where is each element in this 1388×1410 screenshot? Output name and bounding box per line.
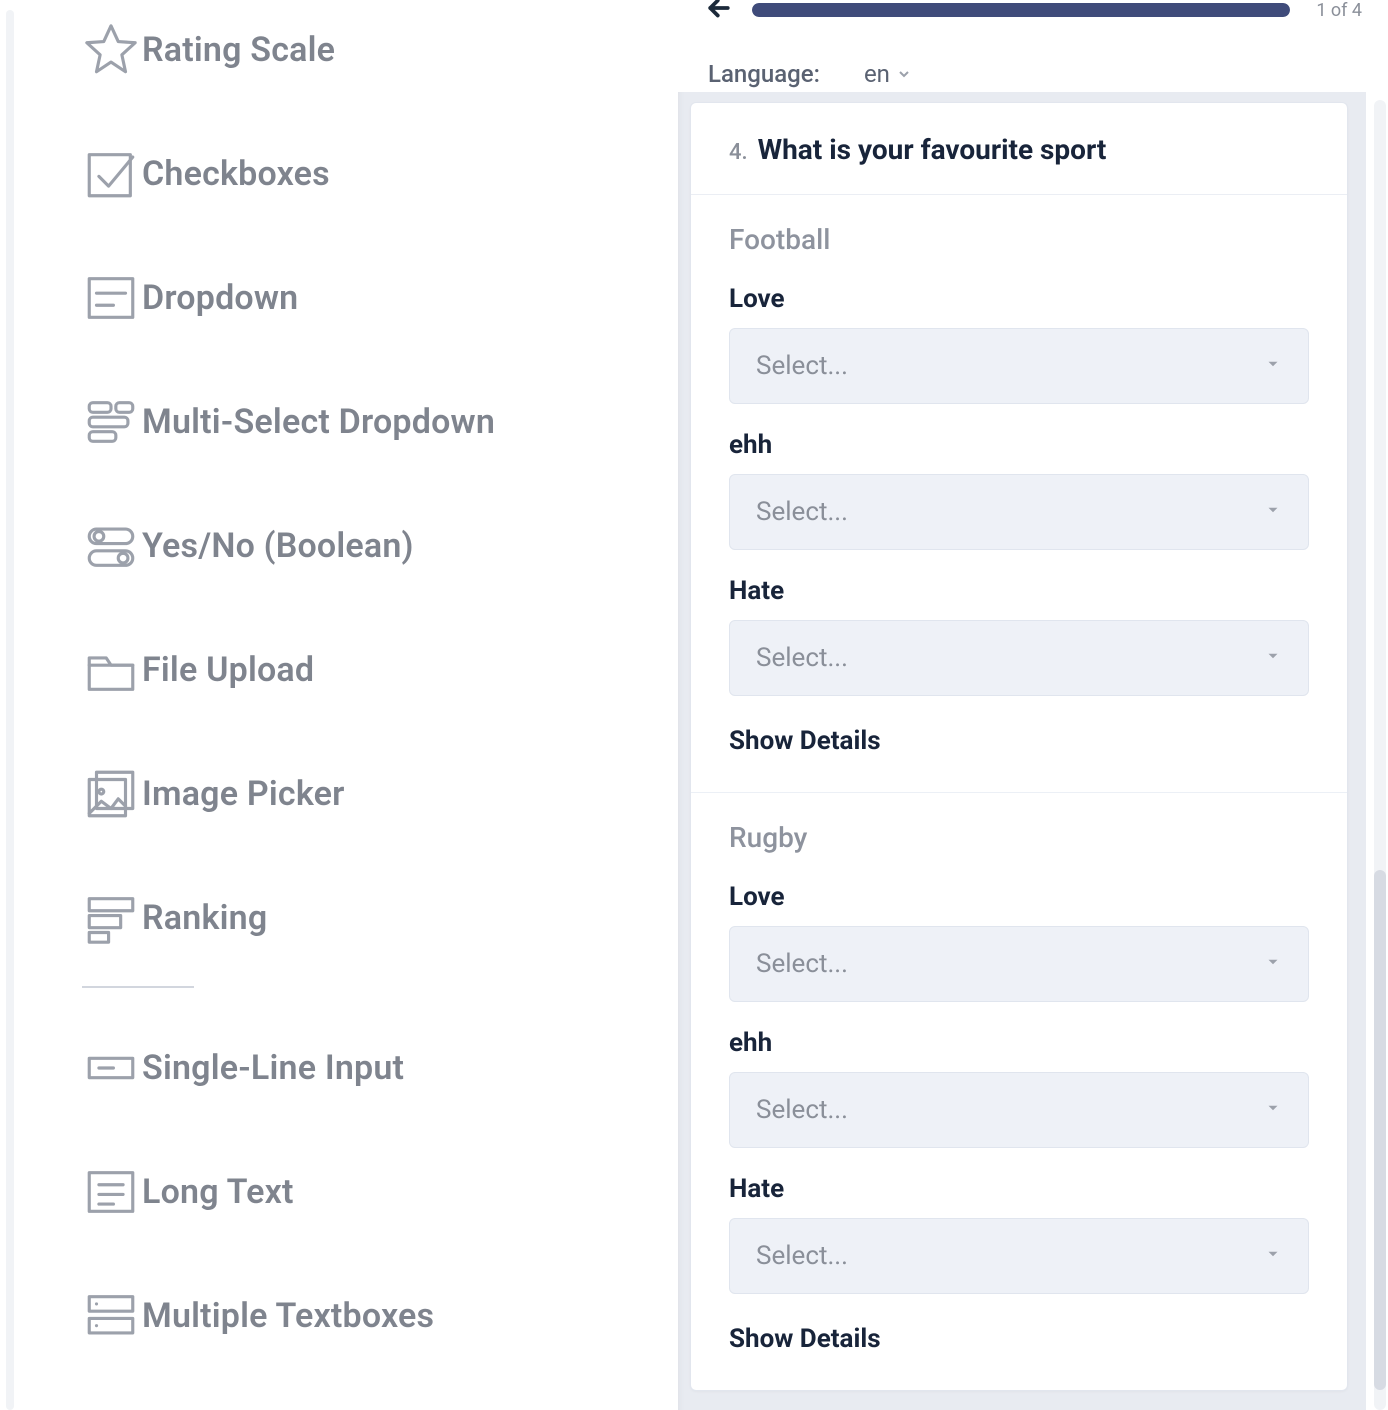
select-placeholder: Select...: [756, 643, 848, 673]
select-dropdown[interactable]: Select...: [729, 1218, 1309, 1294]
language-label: Language:: [708, 60, 820, 88]
select-placeholder: Select...: [756, 351, 848, 381]
star-icon: [82, 21, 142, 79]
toolbox-item-label: File Upload: [142, 650, 314, 690]
toolbox-item-label: Multi-Select Dropdown: [142, 402, 495, 442]
matrix-cell: Love Select...: [729, 284, 1309, 404]
caret-down-icon: [1264, 1099, 1282, 1121]
folder-icon: [82, 641, 142, 699]
mtext-icon: [82, 1287, 142, 1345]
matrix-cell: Hate Select...: [729, 1174, 1309, 1294]
select-dropdown[interactable]: Select...: [729, 474, 1309, 550]
select-dropdown[interactable]: Select...: [729, 1072, 1309, 1148]
toolbox-item-boolean[interactable]: Yes/No (Boolean): [82, 484, 658, 608]
toolbox-item-label: Yes/No (Boolean): [142, 526, 414, 566]
question-title: What is your favourite sport: [758, 133, 1107, 166]
question-card: 4. What is your favourite sport Football…: [690, 102, 1348, 1391]
matrix-cell: Love Select...: [729, 882, 1309, 1002]
select-placeholder: Select...: [756, 949, 848, 979]
preview-scrollbar[interactable]: [1374, 100, 1386, 1410]
caret-down-icon: [1264, 355, 1282, 377]
matrix-cell-label: ehh: [729, 430, 1309, 460]
matrix-cell: ehh Select...: [729, 430, 1309, 550]
matrix-cell-label: ehh: [729, 1028, 1309, 1058]
toolbox-item-label: Ranking: [142, 898, 267, 938]
toolbox-item-label: Single-Line Input: [142, 1048, 404, 1088]
select-dropdown[interactable]: Select...: [729, 328, 1309, 404]
caret-down-icon: [1264, 1245, 1282, 1267]
toolbox-item-checkboxes[interactable]: Checkboxes: [82, 112, 658, 236]
toolbox-item-label: Dropdown: [142, 278, 298, 318]
toolbox-item-ranking[interactable]: Ranking: [82, 856, 658, 980]
toolbox-item-single-line[interactable]: Single-Line Input: [82, 1006, 658, 1130]
matrix-cell-label: Hate: [729, 576, 1309, 606]
back-button[interactable]: [704, 0, 734, 27]
toolbox-item-label: Long Text: [142, 1172, 294, 1212]
caret-down-icon: [1264, 501, 1282, 523]
matrix-row-title: Football: [729, 223, 1309, 256]
toolbox-item-label: Multiple Textboxes: [142, 1296, 434, 1336]
chevron-down-icon: [896, 66, 912, 82]
dropdown-icon: [82, 269, 142, 327]
caret-down-icon: [1264, 953, 1282, 975]
preview-scrollbar-thumb[interactable]: [1374, 870, 1386, 1390]
rank-icon: [82, 889, 142, 947]
select-dropdown[interactable]: Select...: [729, 620, 1309, 696]
toolbox-item-file-upload[interactable]: File Upload: [82, 608, 658, 732]
multi-icon: [82, 393, 142, 451]
toolbox-item-label: Rating Scale: [142, 30, 335, 70]
matrix-cell-label: Love: [729, 284, 1309, 314]
check-square-icon: [82, 145, 142, 203]
toolbox-panel: Rating Scale Checkboxes Dropdown Multi-Sele…: [0, 0, 678, 1410]
matrix-cell-label: Hate: [729, 1174, 1309, 1204]
toolbox-separator: [82, 986, 194, 988]
show-details-button[interactable]: Show Details: [729, 1324, 1309, 1354]
matrix-row-title: Rugby: [729, 821, 1309, 854]
toolbox-item-multi-select-dropdown[interactable]: Multi-Select Dropdown: [82, 360, 658, 484]
matrix-cell-label: Love: [729, 882, 1309, 912]
select-dropdown[interactable]: Select...: [729, 926, 1309, 1002]
language-selector[interactable]: en: [864, 60, 912, 88]
ltext-icon: [82, 1163, 142, 1221]
image-icon: [82, 765, 142, 823]
toggle-icon: [82, 517, 142, 575]
toolbox-item-long-text[interactable]: Long Text: [82, 1130, 658, 1254]
sline-icon: [82, 1039, 142, 1097]
toolbox-item-dropdown[interactable]: Dropdown: [82, 236, 658, 360]
toolbox-scroll-track: [6, 10, 14, 1410]
progress-bar: [752, 3, 1290, 17]
toolbox-item-image-picker[interactable]: Image Picker: [82, 732, 658, 856]
caret-down-icon: [1264, 647, 1282, 669]
toolbox-item-multi-text[interactable]: Multiple Textboxes: [82, 1254, 658, 1378]
select-placeholder: Select...: [756, 1095, 848, 1125]
page-counter: 1 of 4: [1308, 0, 1362, 21]
toolbox-item-label: Image Picker: [142, 774, 345, 814]
select-placeholder: Select...: [756, 1241, 848, 1271]
matrix-row: Football Love Select... ehh Select... Hate Sel…: [691, 195, 1347, 793]
matrix-cell: ehh Select...: [729, 1028, 1309, 1148]
select-placeholder: Select...: [756, 497, 848, 527]
matrix-row: Rugby Love Select... ehh Select... Hate Select…: [691, 793, 1347, 1354]
toolbox-item-rating-scale[interactable]: Rating Scale: [82, 0, 658, 112]
language-value: en: [864, 60, 890, 88]
matrix-cell: Hate Select...: [729, 576, 1309, 696]
toolbox-item-label: Checkboxes: [142, 154, 330, 194]
question-number: 4.: [729, 140, 748, 165]
show-details-button[interactable]: Show Details: [729, 726, 1309, 756]
preview-panel: 1 of 4 Language: en 4. What is your favo…: [678, 0, 1388, 1410]
